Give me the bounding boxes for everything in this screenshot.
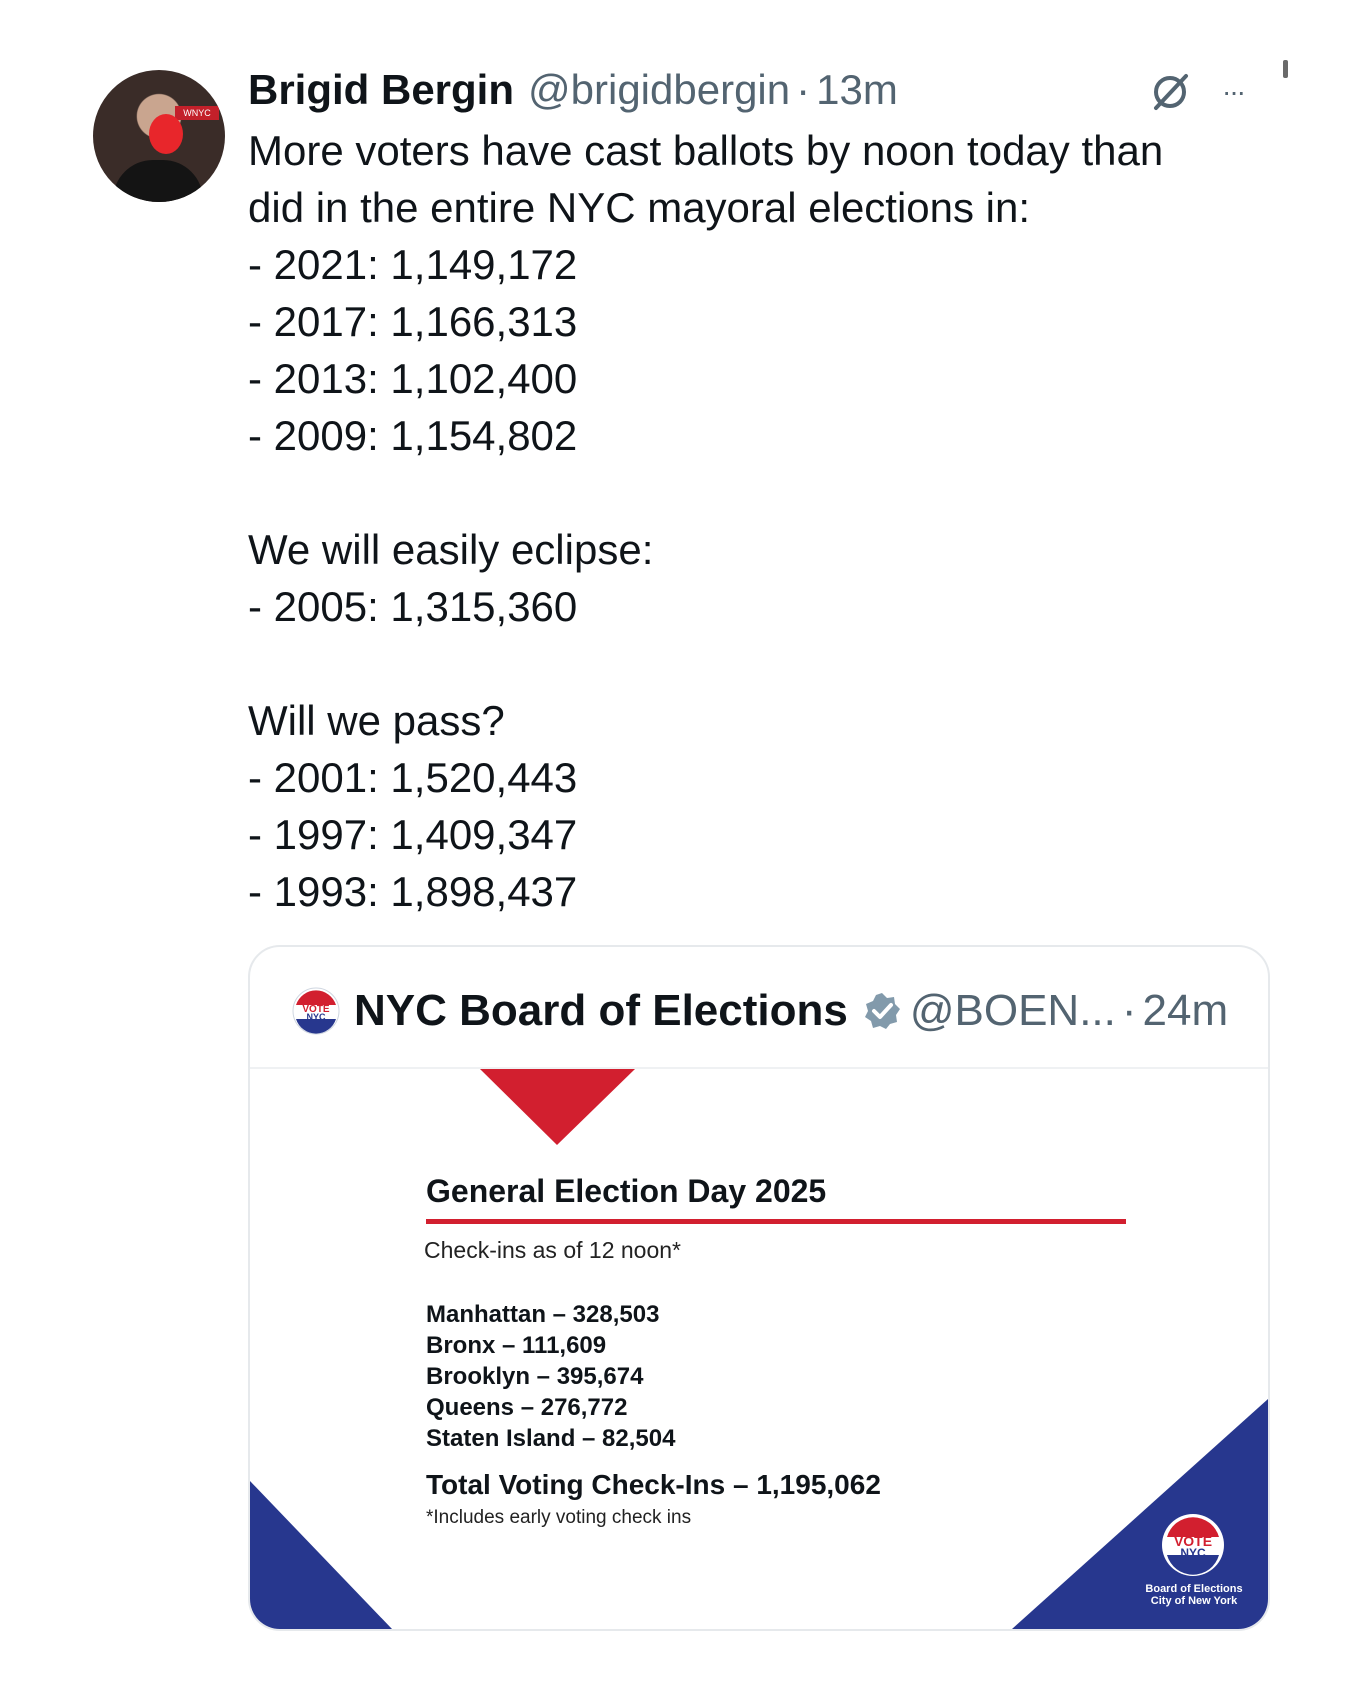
svg-text:NYC: NYC [306, 1012, 326, 1022]
footnote: *Includes early voting check ins [426, 1507, 692, 1528]
tweet-line: - 2021: 1,149,172 [248, 241, 578, 288]
borough-row: Staten Island – 82,504 [426, 1425, 676, 1452]
quoted-author-name[interactable]: NYC Board of Elections [354, 986, 848, 1036]
post-time[interactable]: 13m [816, 66, 898, 114]
red-triangle-shape [480, 1069, 635, 1145]
caption-line-1: Board of Elections [1145, 1583, 1243, 1595]
borough-row: Brooklyn – 395,674 [426, 1363, 644, 1390]
borough-row: Manhattan – 328,503 [426, 1301, 660, 1328]
grok-icon[interactable] [1148, 70, 1192, 114]
quoted-author-line: NYC Board of Elections @BOEN... · 24m [354, 983, 1228, 1039]
graphic-title: General Election Day 2025 [426, 1173, 827, 1209]
scroll-indicator [1283, 60, 1288, 78]
tweet-text: More voters have cast ballots by noon to… [248, 122, 1268, 920]
avatar-sign: WNYC [175, 106, 219, 120]
vote-nyc-badge-icon: VOTE NYC [1162, 1514, 1224, 1576]
board-of-elections-caption: Board of Elections City of New York [1134, 1583, 1254, 1607]
tweet-line: - 2001: 1,520,443 [248, 754, 578, 801]
more-options-icon[interactable]: ··· [1222, 70, 1266, 114]
avatar-microphone [149, 114, 183, 154]
graphic-shapes [250, 1069, 1268, 1629]
tweet-line: - 2009: 1,154,802 [248, 412, 578, 459]
quoted-post-time[interactable]: 24m [1143, 986, 1229, 1036]
vote-nyc-logo-icon[interactable]: VOTE NYC [292, 987, 340, 1035]
total-check-ins: Total Voting Check-Ins – 1,195,062 [426, 1469, 881, 1500]
separator-dot: · [796, 66, 811, 113]
tweet-line: - 2013: 1,102,400 [248, 355, 578, 402]
borough-row: Queens – 276,772 [426, 1394, 628, 1421]
verified-badge-icon [864, 993, 900, 1029]
tweet-line: - 1997: 1,409,347 [248, 811, 578, 858]
tweet-line: More voters have cast ballots by noon to… [248, 127, 1164, 174]
blue-corner-left-shape [250, 1481, 392, 1629]
tweet-line: We will easily eclipse: [248, 526, 654, 573]
election-graphic[interactable]: General Election Day 2025 Check-ins as o… [250, 1069, 1268, 1629]
author-name[interactable]: Brigid Bergin [248, 66, 514, 114]
graphic-subtitle: Check-ins as of 12 noon* [424, 1237, 681, 1263]
borough-row: Bronx – 111,609 [426, 1332, 607, 1359]
tweet-line: - 1993: 1,898,437 [248, 868, 578, 915]
quoted-author-handle[interactable]: @BOEN... [910, 986, 1116, 1036]
tweet-line: - 2005: 1,315,360 [248, 583, 578, 630]
tweet-header: Brigid Bergin @brigidbergin · 13m [248, 62, 898, 118]
avatar-body-shape [113, 160, 203, 202]
author-handle[interactable]: @brigidbergin [528, 66, 790, 114]
borough-list: Manhattan – 328,503 Bronx – 111,609 Broo… [426, 1299, 675, 1454]
author-avatar[interactable]: WNYC [93, 70, 225, 202]
title-underline [426, 1219, 1126, 1224]
tweet-line: - 2017: 1,166,313 [248, 298, 578, 345]
tweet-line: did in the entire NYC mayoral elections … [248, 184, 1031, 231]
quoted-tweet[interactable]: VOTE NYC NYC Board of Elections @BOEN...… [248, 945, 1270, 1631]
caption-line-2: City of New York [1150, 1595, 1238, 1607]
tweet-line: Will we pass? [248, 697, 505, 744]
quoted-separator-dot: · [1121, 986, 1137, 1035]
quoted-tweet-header: VOTE NYC NYC Board of Elections @BOEN...… [250, 947, 1268, 1069]
svg-text:NYC: NYC [1180, 1546, 1206, 1560]
